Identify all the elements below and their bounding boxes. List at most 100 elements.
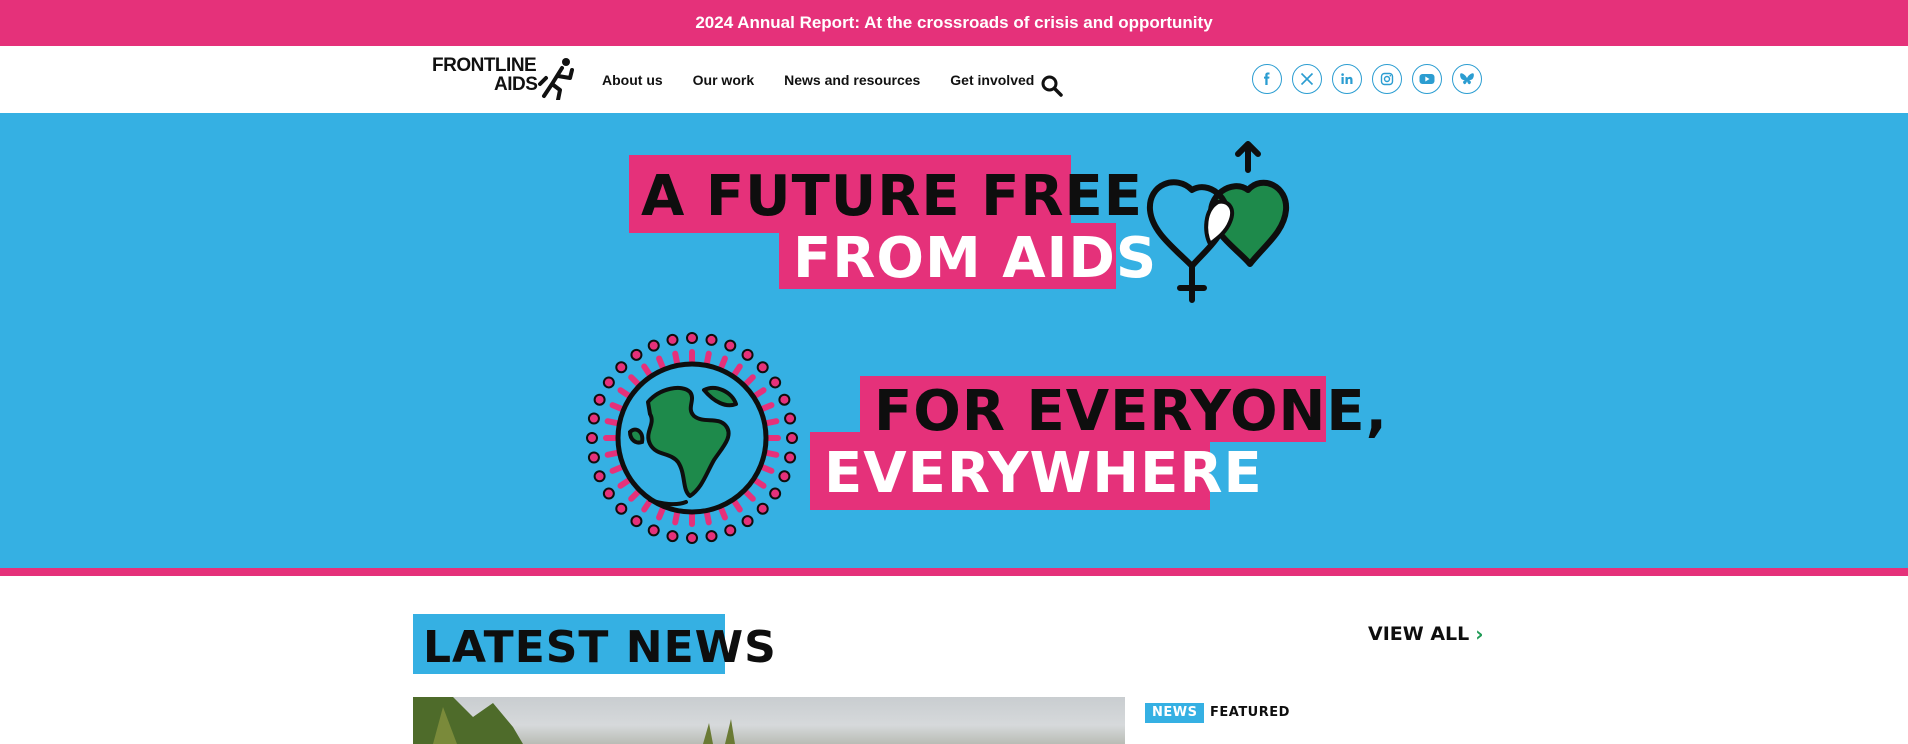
person-body [656, 355, 666, 371]
person-head [647, 339, 660, 352]
person-body [703, 509, 712, 526]
person-body [604, 418, 621, 427]
person-head [630, 348, 643, 361]
person-body [718, 355, 728, 371]
linkedin-icon [1341, 73, 1353, 84]
bluesky-link[interactable] [1452, 64, 1482, 94]
person-body [617, 387, 632, 399]
person-body [672, 350, 681, 367]
person-head [778, 393, 791, 406]
nav-news-and-resources[interactable]: News and resources [784, 72, 920, 88]
nav-about-us[interactable]: About us [602, 72, 663, 88]
person-head [686, 532, 698, 544]
person-body [718, 505, 728, 521]
main-nav: About us Our work News and resources Get… [602, 46, 1034, 113]
person-head [705, 333, 718, 346]
globe-with-people-icon [586, 332, 798, 544]
person-body [763, 449, 780, 458]
person-head [586, 432, 598, 444]
logo-text: FRONTLINE AIDS [432, 55, 538, 95]
person-head [724, 524, 737, 537]
logo[interactable]: FRONTLINE AIDS [432, 56, 576, 100]
person-body [703, 350, 712, 367]
person-head [756, 361, 769, 374]
person-head [587, 412, 600, 425]
person-body [731, 363, 743, 378]
person-head [786, 432, 798, 444]
facebook-link[interactable] [1252, 64, 1282, 94]
youtube-link[interactable] [1412, 64, 1442, 94]
person-body [641, 498, 653, 513]
person-body [759, 402, 775, 412]
person-body [742, 374, 756, 388]
person-body [628, 374, 642, 388]
person-head [756, 502, 769, 515]
person-head [630, 515, 643, 528]
latest-news-title: LATEST NEWS [413, 614, 776, 674]
bluesky-icon [1460, 73, 1474, 85]
hearts-gender-symbols-icon [1146, 141, 1290, 303]
youtube-icon [1419, 74, 1435, 84]
banner-text[interactable]: 2024 Annual Report: At the crossroads of… [695, 13, 1212, 33]
person-head [647, 524, 660, 537]
featured-label: FEATURED [1210, 705, 1290, 720]
person-body [731, 498, 743, 513]
instagram-link[interactable] [1372, 64, 1402, 94]
person-body [672, 509, 681, 526]
person-head [602, 376, 615, 389]
person-head [741, 515, 754, 528]
news-category-tag[interactable]: NEWS [1145, 703, 1205, 723]
person-head [778, 470, 791, 483]
person-head [666, 333, 679, 346]
person-head [602, 487, 615, 500]
hero-headline-line-1: A FUTURE FREE [629, 155, 1142, 233]
person-body [609, 464, 625, 474]
person-head [769, 376, 782, 389]
person-body [759, 464, 775, 474]
person-head [705, 530, 718, 543]
linkedin-link[interactable] [1332, 64, 1362, 94]
person-head [666, 530, 679, 543]
annual-report-banner[interactable]: 2024 Annual Report: At the crossroads of… [0, 0, 1908, 46]
person-head [741, 348, 754, 361]
x-icon [1300, 72, 1314, 86]
runner-figure-icon [538, 58, 574, 100]
person-head [615, 361, 628, 374]
person-head [593, 470, 606, 483]
view-all-link[interactable]: VIEW ALL › [1368, 622, 1484, 646]
person-head [615, 502, 628, 515]
hero-headline-line-2: FROM AIDS [779, 223, 1156, 289]
person-body [628, 488, 642, 502]
person-body [609, 402, 625, 412]
person-head [686, 332, 698, 344]
chevron-right-icon: › [1475, 622, 1484, 646]
person-head [769, 487, 782, 500]
nav-get-involved[interactable]: Get involved [950, 72, 1034, 88]
person-head [593, 393, 606, 406]
nav-our-work[interactable]: Our work [693, 72, 754, 88]
search-icon[interactable] [1040, 74, 1064, 98]
instagram-icon [1380, 72, 1394, 86]
person-body [752, 387, 767, 399]
news-photo-scene [413, 697, 735, 744]
person-body [604, 449, 621, 458]
hero-headline-line-4: EVERYWHERE [810, 432, 1262, 510]
featured-news-image[interactable] [413, 697, 1125, 744]
person-head [784, 451, 797, 464]
x-link[interactable] [1292, 64, 1322, 94]
site-header: FRONTLINE AIDS About us Our work News an… [0, 46, 1908, 113]
facebook-icon [1264, 72, 1270, 85]
person-body [763, 418, 780, 427]
hero-divider [0, 568, 1908, 576]
person-body [641, 363, 653, 378]
person-body [617, 477, 632, 489]
person-body [656, 505, 666, 521]
logo-line-1: FRONTLINE [432, 55, 537, 76]
person-head [587, 451, 600, 464]
person-body [752, 477, 767, 489]
social-links [1252, 64, 1482, 94]
logo-line-2: AIDS [494, 74, 538, 95]
person-head [784, 412, 797, 425]
person-body [742, 488, 756, 502]
view-all-label: VIEW ALL [1368, 623, 1470, 645]
